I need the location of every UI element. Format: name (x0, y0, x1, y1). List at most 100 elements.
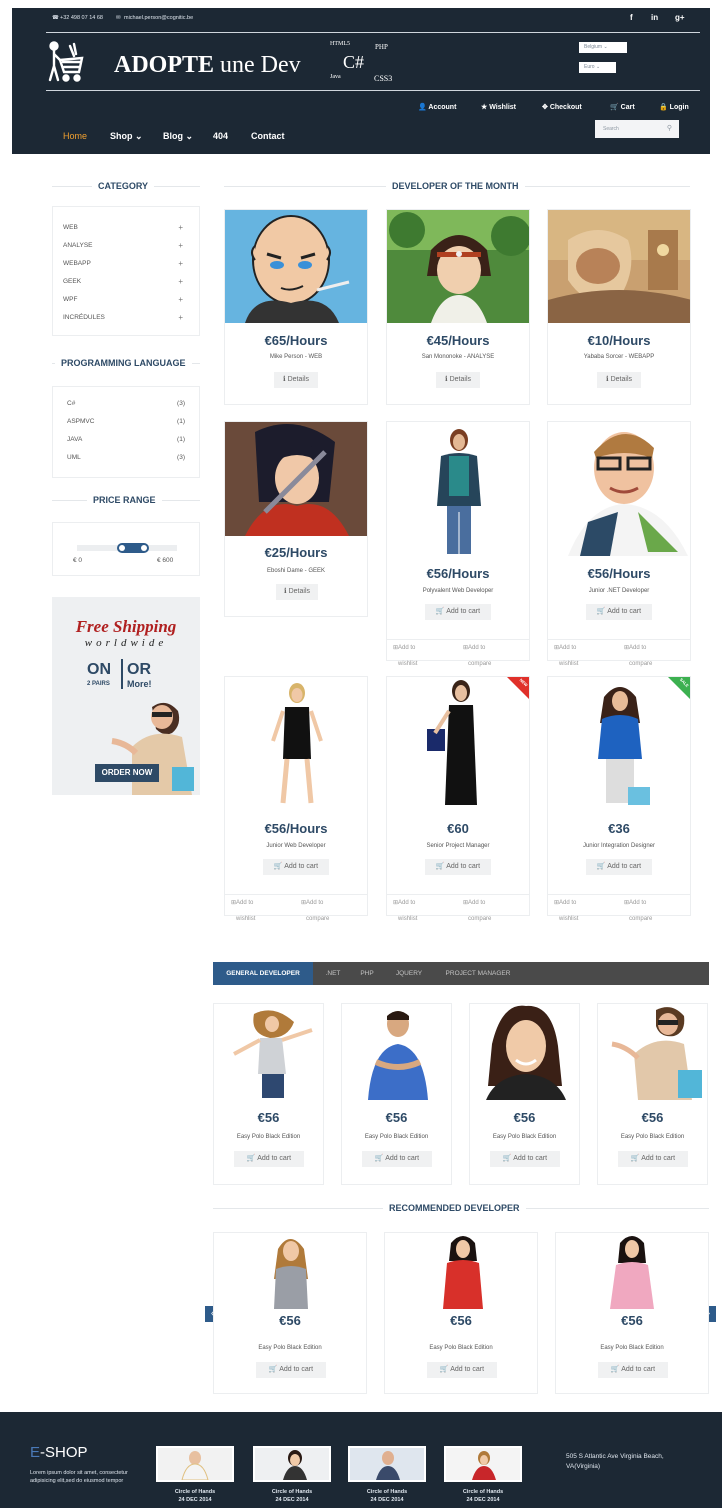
product-card[interactable]: SALE €36 Junior Integration Designer 🛒 A… (547, 676, 691, 922)
product-image[interactable] (225, 210, 367, 323)
product-image[interactable] (387, 422, 529, 556)
language-item[interactable]: UML (3) (67, 449, 185, 467)
product-card[interactable]: €56/Hours Polyvalent Web Developer 🛒 Add… (386, 421, 530, 667)
add-to-cart-button[interactable]: 🛒 Add to cart (427, 1362, 497, 1378)
product-image[interactable] (225, 422, 367, 536)
email-address[interactable]: michael.person@cognitic.be (124, 15, 193, 21)
product-card[interactable]: €56 Easy Polo Black Edition 🛒 Add to car… (469, 1003, 580, 1185)
google-plus-icon[interactable]: g+ (675, 13, 685, 22)
language-item[interactable]: ASPMVC (1) (67, 413, 185, 431)
details-button[interactable]: ℹ Details (276, 584, 318, 600)
footer-thumb[interactable] (156, 1446, 234, 1482)
product-card[interactable]: €56 Easy Polo Black Edition 🛒 Add to car… (597, 1003, 708, 1185)
product-image[interactable] (548, 210, 690, 323)
add-to-cart-button[interactable]: 🛒 Add to cart (362, 1151, 432, 1167)
product-card[interactable]: €56 Easy Polo Black Edition 🛒 Add to car… (384, 1232, 538, 1394)
price-slider-handle-min[interactable] (119, 545, 125, 551)
product-card[interactable]: €56 Easy Polo Black Edition 🛒 Add to car… (213, 1232, 367, 1394)
tab-project-manager[interactable]: PROJECT MANAGER (435, 962, 521, 985)
logo-icon[interactable] (46, 40, 92, 86)
add-to-wishlist-link[interactable]: ⊞ Add to wishlist (393, 640, 417, 667)
currency-select[interactable]: Euro ⌄ (579, 62, 616, 73)
product-image[interactable] (470, 1004, 579, 1100)
nav-blog[interactable]: Blog ⌄ (163, 131, 193, 142)
price-slider-handle-max[interactable] (141, 545, 147, 551)
nav-404[interactable]: 404 (213, 131, 228, 141)
add-to-cart-button[interactable]: 🛒 Add to cart (618, 1151, 688, 1167)
add-to-cart-button[interactable]: 🛒 Add to cart (425, 859, 491, 875)
product-card[interactable]: €56 Easy Polo Black Edition 🛒 Add to car… (555, 1232, 709, 1394)
add-to-compare-link[interactable]: ⊞ Add to compare (463, 895, 491, 922)
details-button[interactable]: ℹ Details (436, 372, 480, 388)
product-image[interactable] (598, 1004, 707, 1100)
plus-icon[interactable]: + (178, 291, 183, 309)
category-item[interactable]: INCRÉDULES + (63, 309, 189, 327)
free-shipping-banner[interactable]: Free Shipping worldwide ON OR 2 PAIRS Mo… (52, 597, 200, 795)
linkedin-icon[interactable]: in (651, 13, 658, 22)
product-card[interactable]: NEW €60 Senior Project Manager 🛒 Add to … (386, 676, 530, 922)
category-item[interactable]: GEEK + (63, 273, 189, 291)
footer-thumb[interactable] (444, 1446, 522, 1482)
product-image[interactable] (385, 1233, 537, 1309)
add-to-wishlist-link[interactable]: ⊞ Add to wishlist (231, 895, 255, 922)
footer-thumb[interactable] (348, 1446, 426, 1482)
product-image[interactable] (342, 1004, 451, 1100)
facebook-icon[interactable]: f (630, 13, 633, 22)
product-card[interactable]: €56 Easy Polo Black Edition 🛒 Add to car… (213, 1003, 324, 1185)
language-item[interactable]: JAVA (1) (67, 431, 185, 449)
plus-icon[interactable]: + (178, 255, 183, 273)
country-select[interactable]: Belgium ⌄ (579, 42, 627, 53)
product-image[interactable] (214, 1233, 366, 1309)
add-to-compare-link[interactable]: ⊞ Add to compare (301, 895, 329, 922)
nav-wishlist[interactable]: ★ Wishlist (481, 103, 516, 111)
product-image[interactable] (214, 1004, 323, 1100)
product-card[interactable]: €10/Hours Yababa Sorcer - WEBAPP ℹ Detai… (547, 209, 691, 405)
add-to-compare-link[interactable]: ⊞ Add to compare (463, 640, 491, 667)
product-card[interactable]: €45/Hours San Mononoke - ANALYSE ℹ Detai… (386, 209, 530, 405)
details-button[interactable]: ℹ Details (274, 372, 318, 388)
add-to-wishlist-link[interactable]: ⊞ Add to wishlist (393, 895, 417, 922)
product-card[interactable]: €56/Hours Junior .NET Developer 🛒 Add to… (547, 421, 691, 667)
tab-jquery[interactable]: JQUERY (389, 962, 429, 985)
add-to-cart-button[interactable]: 🛒 Add to cart (490, 1151, 560, 1167)
add-to-cart-button[interactable]: 🛒 Add to cart (586, 859, 652, 875)
details-button[interactable]: ℹ Details (597, 372, 641, 388)
nav-contact[interactable]: Contact (251, 131, 285, 141)
plus-icon[interactable]: + (178, 237, 183, 255)
language-item[interactable]: C# (3) (67, 395, 185, 413)
search-icon[interactable]: ⚲ (667, 120, 672, 138)
product-image[interactable] (556, 1233, 708, 1309)
plus-icon[interactable]: + (178, 273, 183, 291)
category-item[interactable]: WEBAPP + (63, 255, 189, 273)
footer-brand[interactable]: E-SHOP (30, 1444, 88, 1461)
logo-title[interactable]: ADOPTE une Dev (114, 52, 301, 79)
nav-account[interactable]: 👤 Account (418, 103, 456, 111)
add-to-cart-button[interactable]: 🛒 Add to cart (256, 1362, 326, 1378)
plus-icon[interactable]: + (178, 219, 183, 237)
tab-php[interactable]: PHP (353, 962, 381, 985)
add-to-cart-button[interactable]: 🛒 Add to cart (425, 604, 491, 620)
product-card[interactable]: €56/Hours Junior Web Developer 🛒 Add to … (224, 676, 368, 922)
footer-thumb[interactable] (253, 1446, 331, 1482)
nav-shop[interactable]: Shop ⌄ (110, 131, 143, 142)
tab-dotnet[interactable]: .NET (319, 962, 347, 985)
product-card[interactable]: €56 Easy Polo Black Edition 🛒 Add to car… (341, 1003, 452, 1185)
add-to-wishlist-link[interactable]: ⊞ Add to wishlist (554, 640, 578, 667)
category-item[interactable]: WEB + (63, 219, 189, 237)
add-to-compare-link[interactable]: ⊞ Add to compare (624, 640, 652, 667)
order-now-button[interactable]: ORDER NOW (95, 764, 159, 782)
category-item[interactable]: WPF + (63, 291, 189, 309)
search-input[interactable]: Search ⚲ (595, 120, 679, 138)
add-to-cart-button[interactable]: 🛒 Add to cart (586, 604, 652, 620)
add-to-cart-button[interactable]: 🛒 Add to cart (263, 859, 329, 875)
add-to-cart-button[interactable]: 🛒 Add to cart (598, 1362, 668, 1378)
add-to-wishlist-link[interactable]: ⊞ Add to wishlist (554, 895, 578, 922)
add-to-cart-button[interactable]: 🛒 Add to cart (234, 1151, 304, 1167)
product-image[interactable] (548, 422, 690, 556)
plus-icon[interactable]: + (178, 309, 183, 327)
nav-home[interactable]: Home (63, 131, 87, 141)
product-card[interactable]: €65/Hours Mike Person - WEB ℹ Details (224, 209, 368, 405)
tab-general-developer[interactable]: GENERAL DEVELOPER (213, 962, 313, 985)
nav-cart[interactable]: 🛒 Cart (610, 103, 635, 111)
nav-checkout[interactable]: ✥ Checkout (542, 103, 582, 111)
